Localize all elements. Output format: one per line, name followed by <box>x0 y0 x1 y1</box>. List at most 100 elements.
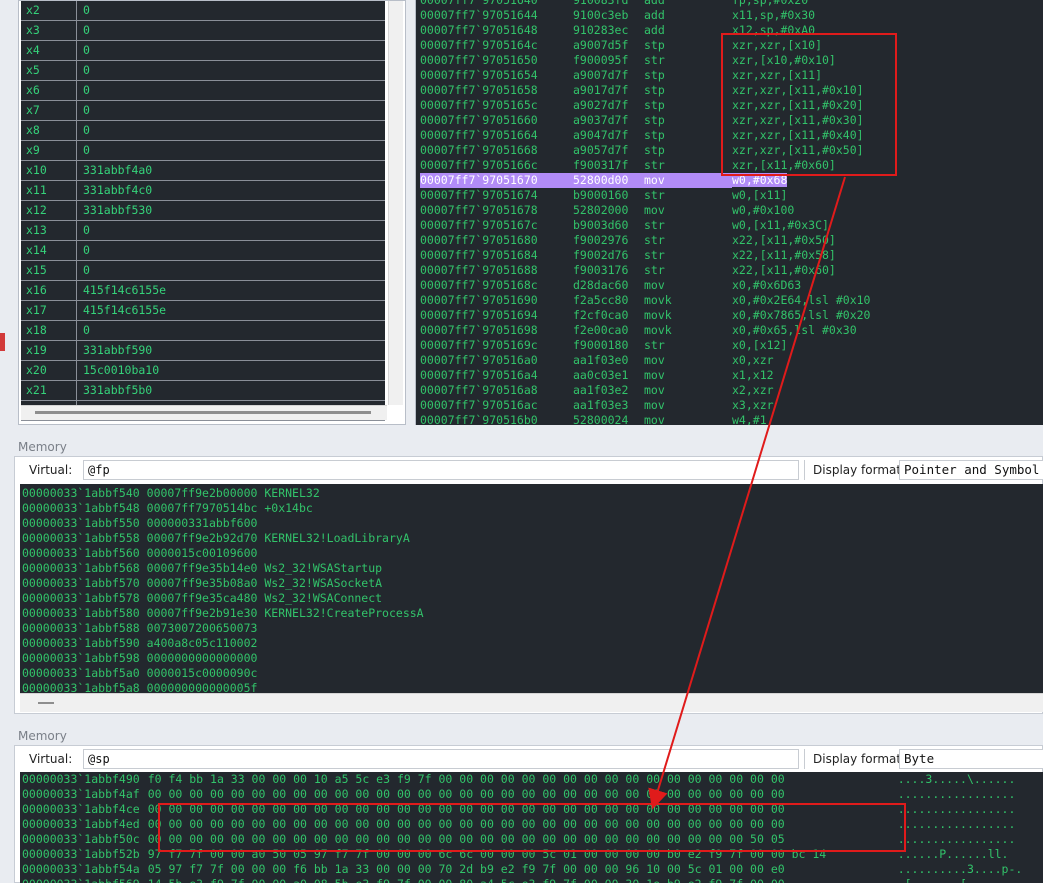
memory1-line[interactable]: 00000033`1abbf548 00007ff7970514bc +0x14… <box>22 501 424 516</box>
register-row-x2[interactable]: x2 0 <box>21 1 385 21</box>
disassembly-line[interactable]: 00007ff7`970516ac aa1f03e3 mov x3,xzr <box>420 398 932 413</box>
register-value[interactable]: 331abbf4c0 <box>77 181 385 200</box>
memory1-line[interactable]: 00000033`1abbf588 0073007200650073 <box>22 621 424 636</box>
register-value[interactable]: 0 <box>77 241 385 260</box>
register-row-x17[interactable]: x17 415f14c6155e <box>21 301 385 321</box>
register-row-x14[interactable]: x14 0 <box>21 241 385 261</box>
register-value[interactable]: 331abbf5b0 <box>77 381 385 400</box>
disassembly-line[interactable]: 00007ff7`9705168c d28dac60 mov x0,#0x6D63 <box>420 278 932 293</box>
disassembly-line[interactable]: 00007ff7`97051640 910083fd add fp,sp,#0x20 <box>420 0 932 8</box>
register-value[interactable]: 15c0010ba10 <box>77 361 385 380</box>
disassembly-line[interactable]: 00007ff7`97051690 f2a5cc80 movk x0,#0x2E64,… <box>420 293 932 308</box>
disassembly-line[interactable]: 00007ff7`97051644 9100c3eb add x11,sp,#0x30 <box>420 8 932 23</box>
memory1-line[interactable]: 00000033`1abbf540 00007ff9e2b00000 KERNE… <box>22 486 424 501</box>
memory-address: 00000033`1abbf598 <box>22 651 140 665</box>
register-value[interactable]: 0 <box>77 41 385 60</box>
instruction-operands: x22,[x11,#0x60] <box>732 263 836 277</box>
register-value[interactable]: 0 <box>77 21 385 40</box>
disassembly-line[interactable]: 00007ff7`97051674 b9000160 str w0,[x11] <box>420 188 932 203</box>
register-name: x18 <box>21 321 77 340</box>
registers-vertical-scrollbar[interactable] <box>388 1 403 405</box>
register-value[interactable]: 415f14c6155e <box>77 301 385 320</box>
register-value[interactable]: 415f14c6155e <box>77 281 385 300</box>
register-row-x18[interactable]: x18 0 <box>21 321 385 341</box>
instruction-operands-cell: x2,xzr <box>732 383 932 398</box>
memory-address: 00000033`1abbf578 <box>22 591 140 605</box>
instruction-bytes: f2cf0ca0 <box>573 308 629 322</box>
register-value[interactable]: 331abbf4a0 <box>77 161 385 180</box>
memory1-line[interactable]: 00000033`1abbf568 00007ff9e35b14e0 Ws2_3… <box>22 561 424 576</box>
memory1-display-format-select[interactable]: Pointer and Symbol <box>899 460 1043 480</box>
disassembly-line[interactable]: 00007ff7`97051698 f2e00ca0 movk x0,#0x65,ls… <box>420 323 932 338</box>
register-value[interactable]: 0 <box>77 121 385 140</box>
left-panel-edge <box>0 0 12 330</box>
registers-scroll-thumb[interactable] <box>35 411 371 414</box>
registers-pane: x2 0 x3 0 x4 0 x5 0 x6 0 x7 0 x8 0 x9 0 x10 331abbf4a0 x11… <box>18 0 406 425</box>
register-row-x21[interactable]: x21 331abbf5b0 <box>21 381 385 401</box>
register-row-x4[interactable]: x4 0 <box>21 41 385 61</box>
memory1-line[interactable]: 00000033`1abbf5a8 000000000000005f <box>22 681 424 693</box>
register-row-x5[interactable]: x5 0 <box>21 61 385 81</box>
memory2-line[interactable]: 00000033`1abbf490 f0 f4 bb 1a 33 00 00 00… <box>22 772 1022 787</box>
register-row-x20[interactable]: x20 15c0010ba10 <box>21 361 385 381</box>
instruction-mnemonic: stp <box>644 113 665 127</box>
register-value[interactable]: 0 <box>77 1 385 20</box>
memory1-line[interactable]: 00000033`1abbf5a0 0000015c0000090c <box>22 666 424 681</box>
disassembly-line[interactable]: 00007ff7`9705167c b9003d60 str w0,[x11,#0x3… <box>420 218 932 233</box>
register-row-x15[interactable]: x15 0 <box>21 261 385 281</box>
register-value[interactable]: 0 <box>77 61 385 80</box>
disassembly-line[interactable]: 00007ff7`970516a0 aa1f03e0 mov x0,xzr <box>420 353 932 368</box>
disassembly-line[interactable]: 00007ff7`97051688 f9003176 str x22,[x11,#0x… <box>420 263 932 278</box>
disassembly-line[interactable]: 00007ff7`97051680 f9002976 str x22,[x11,#0x… <box>420 233 932 248</box>
memory1-line[interactable]: 00000033`1abbf558 00007ff9e2b92d70 KERNE… <box>22 531 424 546</box>
memory2-line[interactable]: 00000033`1abbf54a 05 97 f7 7f 00 00 00 f6… <box>22 862 1022 877</box>
disassembly-line[interactable]: 00007ff7`9705169c f9000180 str x0,[x12] <box>420 338 932 353</box>
memory1-line[interactable]: 00000033`1abbf590 a400a8c05c110002 <box>22 636 424 651</box>
memory2-virtual-input[interactable]: @sp <box>83 749 799 769</box>
memory1-virtual-input[interactable]: @fp <box>83 460 799 480</box>
register-row-x7[interactable]: x7 0 <box>21 101 385 121</box>
register-value[interactable]: 0 <box>77 141 385 160</box>
register-value[interactable]: 331abbf530 <box>77 201 385 220</box>
register-value[interactable]: 0 <box>77 321 385 340</box>
memory1-line[interactable]: 00000033`1abbf560 0000015c00109600 <box>22 546 424 561</box>
register-row-x3[interactable]: x3 0 <box>21 21 385 41</box>
memory2-line[interactable]: 00000033`1abbf569 14 5b e3 f9 7f 00 00 a0… <box>22 877 1022 883</box>
disassembly-line[interactable]: 00007ff7`970516b0 52800024 mov w4,#1 <box>420 413 932 425</box>
register-value[interactable]: 0 <box>77 261 385 280</box>
memory1-horizontal-scrollbar[interactable] <box>20 693 1043 712</box>
memory1-line[interactable]: 00000033`1abbf578 00007ff9e35ca480 Ws2_3… <box>22 591 424 606</box>
register-value[interactable]: 0 <box>77 101 385 120</box>
register-row-x9[interactable]: x9 0 <box>21 141 385 161</box>
register-value[interactable]: 0 <box>77 81 385 100</box>
register-row-x11[interactable]: x11 331abbf4c0 <box>21 181 385 201</box>
register-row-x16[interactable]: x16 415f14c6155e <box>21 281 385 301</box>
disassembly-line[interactable]: 00007ff7`97051694 f2cf0ca0 movk x0,#0x7865,… <box>420 308 932 323</box>
register-row-x8[interactable]: x8 0 <box>21 121 385 141</box>
disassembly-line[interactable]: 00007ff7`970516a8 aa1f03e2 mov x2,xzr <box>420 383 932 398</box>
disassembly-line[interactable]: 00007ff7`97051678 52802000 mov w0,#0x100 <box>420 203 932 218</box>
register-row-x12[interactable]: x12 331abbf530 <box>21 201 385 221</box>
memory1-line[interactable]: 00000033`1abbf598 0000000000000000 <box>22 651 424 666</box>
disassembly-line[interactable]: 00007ff7`970516a4 aa0c03e1 mov x1,x12 <box>420 368 932 383</box>
memory2-display-format-select[interactable]: Byte <box>899 749 1043 769</box>
memory1-scroll-thumb[interactable] <box>38 702 54 704</box>
register-row-x19[interactable]: x19 331abbf590 <box>21 341 385 361</box>
register-value[interactable]: 331abbf590 <box>77 341 385 360</box>
registers-horizontal-scrollbar[interactable] <box>21 405 387 420</box>
register-row-x13[interactable]: x13 0 <box>21 221 385 241</box>
memory2-line[interactable]: 00000033`1abbf4af 00 00 00 00 00 00 00 00… <box>22 787 1022 802</box>
register-name: x19 <box>21 341 77 360</box>
memory1-line[interactable]: 00000033`1abbf580 00007ff9e2b91e30 KERNE… <box>22 606 424 621</box>
register-row-x10[interactable]: x10 331abbf4a0 <box>21 161 385 181</box>
instruction-address: 00007ff7`9705169c <box>420 338 538 352</box>
memory1-line[interactable]: 00000033`1abbf550 000000331abbf600 <box>22 516 424 531</box>
memory-symbol: Ws2_32!WSAStartup <box>264 561 383 575</box>
instruction-address: 00007ff7`97051690 <box>420 293 538 307</box>
register-row-x6[interactable]: x6 0 <box>21 81 385 101</box>
disassembly-line[interactable]: 00007ff7`97051684 f9002d76 str x22,[x11,#0x… <box>420 248 932 263</box>
memory1-line[interactable]: 00000033`1abbf570 00007ff9e35b08a0 Ws2_3… <box>22 576 424 591</box>
register-value[interactable]: 0 <box>77 221 385 240</box>
instruction-address: 00007ff7`97051688 <box>420 263 538 277</box>
instruction-mnemonic: stp <box>644 68 665 82</box>
